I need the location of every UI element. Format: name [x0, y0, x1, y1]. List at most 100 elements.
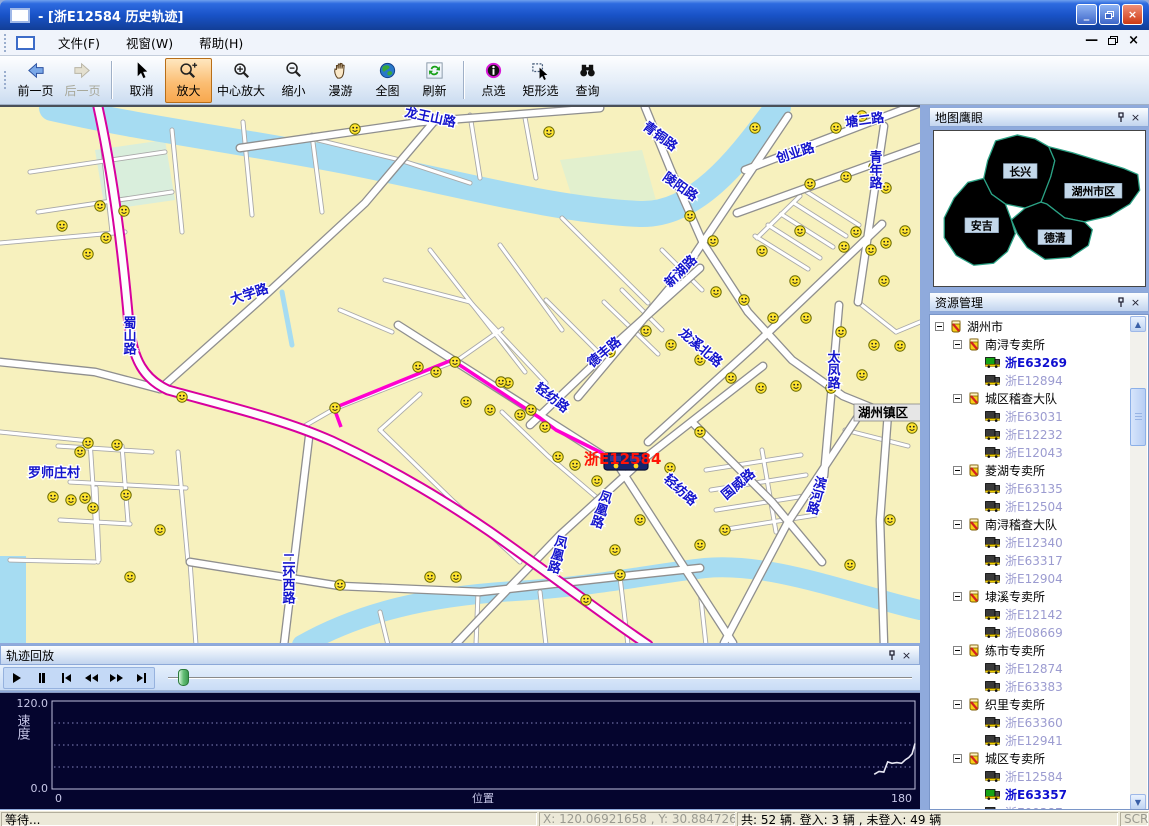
map-marker-smiley[interactable] [695, 427, 705, 437]
menubar-grip[interactable] [3, 34, 8, 52]
tree-expander[interactable] [953, 646, 962, 655]
tree-scrollbar[interactable]: ▲ ▼ [1130, 316, 1147, 810]
tree-node-vehicle[interactable]: 浙E08669 [930, 623, 1148, 641]
map-marker-smiley[interactable] [720, 525, 730, 535]
menu-help[interactable]: 帮助(H) [186, 29, 256, 56]
scroll-down-button[interactable]: ▼ [1130, 794, 1146, 810]
pin-icon[interactable] [1113, 110, 1128, 125]
map-marker-smiley[interactable] [57, 221, 67, 231]
map-marker-smiley[interactable] [907, 423, 917, 433]
map-marker-smiley[interactable] [866, 245, 876, 255]
rewind-button[interactable] [81, 668, 103, 688]
map-marker-smiley[interactable] [570, 460, 580, 470]
tree-expander[interactable] [953, 520, 962, 529]
tree-expander[interactable] [935, 322, 944, 331]
mdi-restore-button[interactable] [1108, 36, 1118, 45]
map-canvas[interactable]: 龙王山路青铜路陵阳路塘二路创业路青年路新湖路大学路蜀山路德丰路龙溪北路轻纺路太凤… [0, 107, 920, 643]
map-marker-smiley[interactable] [845, 560, 855, 570]
scroll-up-button[interactable]: ▲ [1130, 316, 1146, 332]
restore-button[interactable] [1099, 4, 1120, 25]
playback-slider[interactable] [168, 677, 912, 679]
map-marker-smiley[interactable] [851, 227, 861, 237]
tree-node-vehicle[interactable]: 浙E63269 [930, 353, 1148, 371]
map-marker-smiley[interactable] [801, 313, 811, 323]
tree-node-vehicle[interactable]: 浙E63360 [930, 713, 1148, 731]
map-marker-smiley[interactable] [839, 242, 849, 252]
mdi-close-button[interactable]: × [1128, 33, 1139, 48]
scroll-thumb[interactable] [1130, 388, 1146, 446]
tree-expander[interactable] [953, 592, 962, 601]
toolbar-button-pointer[interactable]: 取消 [118, 58, 165, 103]
toolbar-button-binoculars[interactable]: 查询 [564, 58, 611, 103]
map-marker-smiley[interactable] [155, 525, 165, 535]
tree-node-vehicle[interactable]: 浙E12340 [930, 533, 1148, 551]
menu-file[interactable]: 文件(F) [45, 29, 113, 56]
map-marker-smiley[interactable] [791, 381, 801, 391]
map-marker-smiley[interactable] [121, 490, 131, 500]
map-marker-smiley[interactable] [83, 249, 93, 259]
map-marker-smiley[interactable] [48, 492, 58, 502]
map-marker-smiley[interactable] [83, 438, 93, 448]
map-marker-smiley[interactable] [831, 123, 841, 133]
map-marker-smiley[interactable] [750, 123, 760, 133]
map-marker-smiley[interactable] [711, 287, 721, 297]
map-marker-smiley[interactable] [885, 515, 895, 525]
pin-icon[interactable] [1113, 295, 1128, 310]
tree-node-vehicle[interactable]: 浙E63135 [930, 479, 1148, 497]
map-marker-smiley[interactable] [553, 452, 563, 462]
map-marker-smiley[interactable] [101, 233, 111, 243]
tree-node-vehicle[interactable]: 浙E12232 [930, 425, 1148, 443]
map-marker-smiley[interactable] [413, 362, 423, 372]
map-marker-smiley[interactable] [836, 327, 846, 337]
map-marker-smiley[interactable] [350, 124, 360, 134]
toolbar-button-arrow-left[interactable]: 前一页 [12, 58, 59, 103]
map-marker-smiley[interactable] [592, 476, 602, 486]
map-marker-smiley[interactable] [756, 383, 766, 393]
minimize-button[interactable]: _ [1076, 4, 1097, 25]
eagle-eye-map[interactable]: 长兴 湖州市区 安吉 德清 [933, 130, 1146, 287]
map-marker-smiley[interactable] [431, 367, 441, 377]
map-marker-smiley[interactable] [790, 276, 800, 286]
tree-node-vehicle[interactable]: 浙E12504 [930, 497, 1148, 515]
map-marker-smiley[interactable] [757, 246, 767, 256]
map-marker-smiley[interactable] [177, 392, 187, 402]
map-marker-smiley[interactable] [335, 580, 345, 590]
map-marker-smiley[interactable] [544, 127, 554, 137]
close-icon[interactable]: × [1128, 110, 1143, 125]
map-marker-smiley[interactable] [66, 495, 76, 505]
map-marker-smiley[interactable] [795, 226, 805, 236]
map-marker-smiley[interactable] [80, 493, 90, 503]
tree-node-vehicle[interactable]: 浙E63317 [930, 551, 1148, 569]
map-marker-smiley[interactable] [666, 340, 676, 350]
toolbar-button-rect-select[interactable]: 矩形选 [517, 58, 564, 103]
tree-node-vehicle[interactable]: 浙E63383 [930, 677, 1148, 695]
tree-expander[interactable] [953, 466, 962, 475]
toolbar-button-zoom-in[interactable]: 放大 [165, 58, 212, 103]
go-end-button[interactable] [131, 668, 153, 688]
go-start-button[interactable] [56, 668, 78, 688]
map-marker-smiley[interactable] [95, 201, 105, 211]
tree-expander[interactable] [953, 394, 962, 403]
map-marker-smiley[interactable] [641, 326, 651, 336]
toolbar-grip[interactable] [3, 71, 8, 89]
map-marker-smiley[interactable] [515, 410, 525, 420]
close-icon[interactable]: × [1128, 295, 1143, 310]
tree-node-vehicle[interactable]: 浙E63357 [930, 785, 1148, 803]
toolbar-button-hand[interactable]: 漫游 [317, 58, 364, 103]
map-marker-smiley[interactable] [635, 515, 645, 525]
map-marker-smiley[interactable] [112, 440, 122, 450]
toolbar-button-arrow-right[interactable]: 后一页 [59, 58, 106, 103]
menu-window[interactable]: 视窗(W) [113, 29, 186, 56]
map-marker-smiley[interactable] [857, 370, 867, 380]
map-marker-smiley[interactable] [869, 340, 879, 350]
tree-node-vehicle[interactable]: 浙E09387 [930, 803, 1148, 810]
map-marker-smiley[interactable] [451, 572, 461, 582]
map-marker-smiley[interactable] [881, 183, 891, 193]
toolbar-button-zoom-center[interactable]: 中心放大 [212, 58, 270, 103]
toolbar-button-zoom-out[interactable]: 缩小 [270, 58, 317, 103]
tree-node-vehicle[interactable]: 浙E63031 [930, 407, 1148, 425]
tree-node-group[interactable]: 织里专卖所 [930, 695, 1148, 713]
tree-expander[interactable] [953, 700, 962, 709]
map-marker-smiley[interactable] [708, 236, 718, 246]
tracked-vehicle[interactable]: 浙E12584 [584, 450, 661, 470]
